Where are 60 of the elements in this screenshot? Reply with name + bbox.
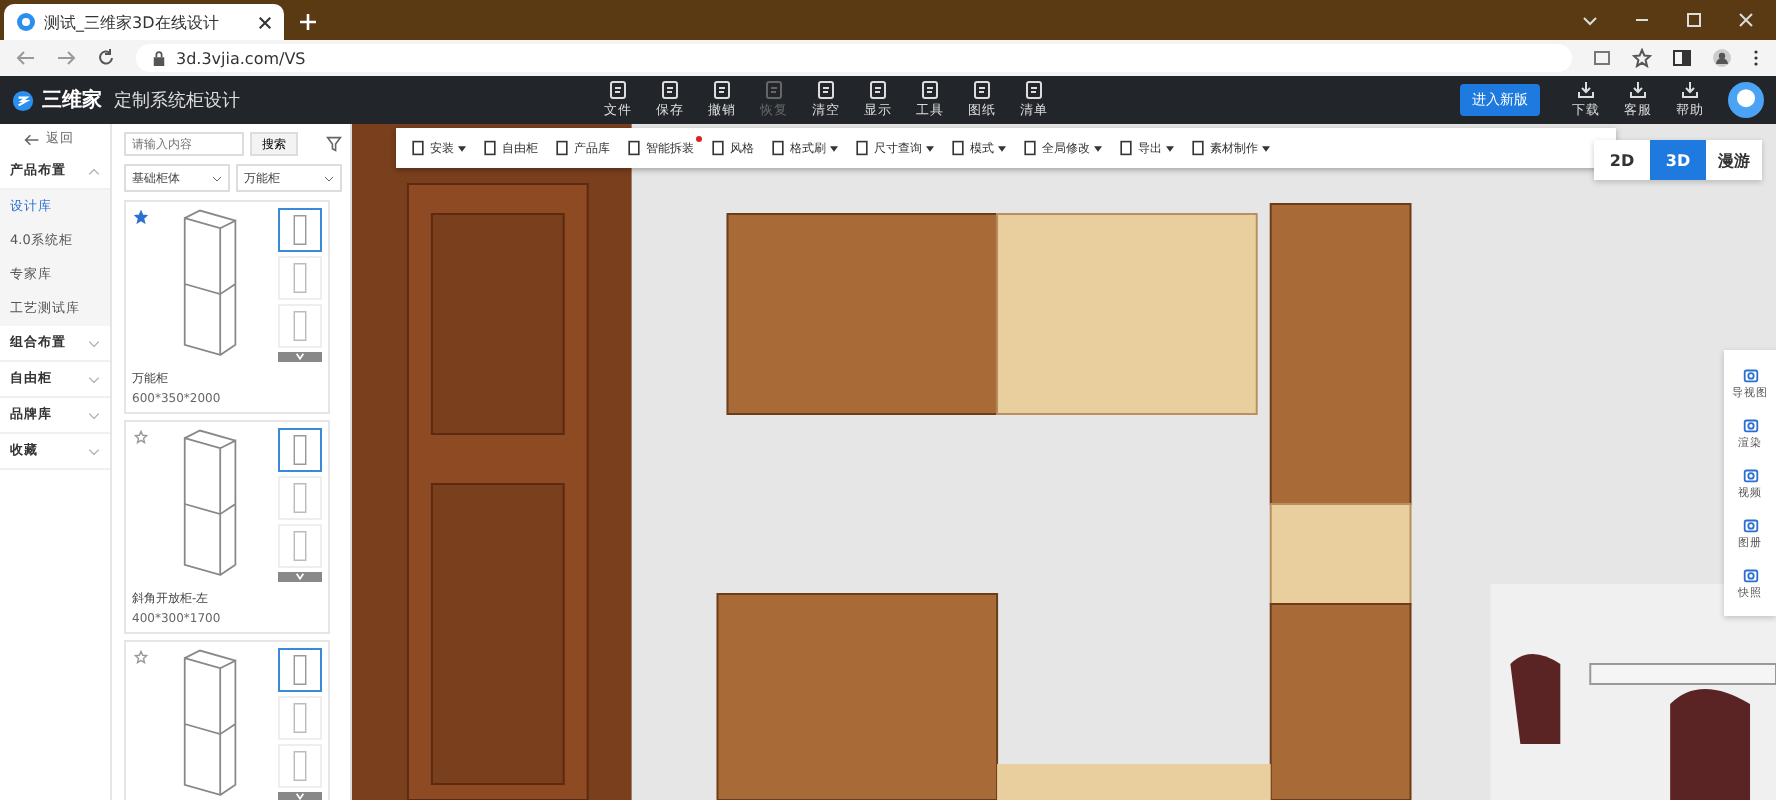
logo-icon: [12, 89, 34, 111]
view-mode-tab[interactable]: 3D: [1650, 140, 1706, 180]
document-icon: [712, 80, 732, 100]
expand-bar[interactable]: [278, 792, 322, 800]
address-bar[interactable]: 3d.3vjia.com/VS: [136, 44, 1572, 72]
expand-bar[interactable]: [278, 352, 322, 362]
brand-name: 三维家: [42, 86, 102, 114]
back-arrow-icon[interactable]: [16, 48, 36, 68]
chevron-icon: [88, 339, 100, 347]
document-icon: [816, 80, 836, 100]
download-icon: [1680, 80, 1700, 100]
document-icon: [1024, 80, 1044, 100]
document-icon: [660, 80, 680, 100]
tab-title: 测试_三维家3D在线设计: [44, 11, 221, 33]
view-mode-tab[interactable]: 2D: [1594, 140, 1650, 180]
profile-icon[interactable]: [1712, 48, 1732, 68]
variant-thumbnail[interactable]: [278, 428, 322, 472]
document-icon: [868, 80, 888, 100]
camera-icon: [1741, 366, 1759, 384]
chevron-icon: [88, 411, 100, 419]
star-icon[interactable]: [134, 650, 148, 664]
back-arrow-icon: [24, 131, 40, 147]
document-icon: [920, 80, 940, 100]
logo-icon: [16, 12, 36, 32]
camera-icon: [1741, 416, 1759, 434]
filter-icon[interactable]: [326, 136, 342, 152]
star-icon[interactable]: [134, 210, 148, 224]
new-tab-icon[interactable]: [300, 14, 316, 30]
avatar-icon[interactable]: [1728, 82, 1764, 118]
star-icon[interactable]: [134, 430, 148, 444]
download-icon: [1628, 80, 1648, 100]
chevron-icon: [88, 375, 100, 383]
document-icon: [972, 80, 992, 100]
camera-icon: [1741, 466, 1759, 484]
chevron-down-icon: [324, 175, 334, 181]
chevron-icon: [88, 167, 100, 175]
document-icon: [764, 80, 784, 100]
document-icon: [608, 80, 628, 100]
app-subtitle: 定制系统柜设计: [114, 89, 240, 113]
camera-icon: [1741, 516, 1759, 534]
chevron-down-icon: [212, 175, 222, 181]
browser-tab[interactable]: 测试_三维家3D在线设计: [4, 4, 284, 40]
download-icon: [1576, 80, 1596, 100]
variant-thumbnail[interactable]: [278, 208, 322, 252]
camera-icon: [1741, 566, 1759, 584]
product-card[interactable]: [124, 640, 330, 800]
more-icon[interactable]: [1752, 48, 1760, 68]
chevron-icon: [88, 447, 100, 455]
star-icon[interactable]: [1632, 48, 1652, 68]
url-text: 3d.3vjia.com/VS: [176, 49, 306, 67]
sidebar-icon[interactable]: [1672, 48, 1692, 68]
maximize-icon[interactable]: [1684, 10, 1704, 30]
view-mode-tab[interactable]: 漫游: [1706, 140, 1762, 180]
close-icon[interactable]: [258, 15, 272, 29]
reload-icon[interactable]: [96, 48, 116, 68]
variant-thumbnail[interactable]: [278, 648, 322, 692]
expand-bar[interactable]: [278, 572, 322, 582]
forward-arrow-icon[interactable]: [56, 48, 76, 68]
share-icon[interactable]: [1592, 48, 1612, 68]
lock-icon: [152, 49, 166, 67]
